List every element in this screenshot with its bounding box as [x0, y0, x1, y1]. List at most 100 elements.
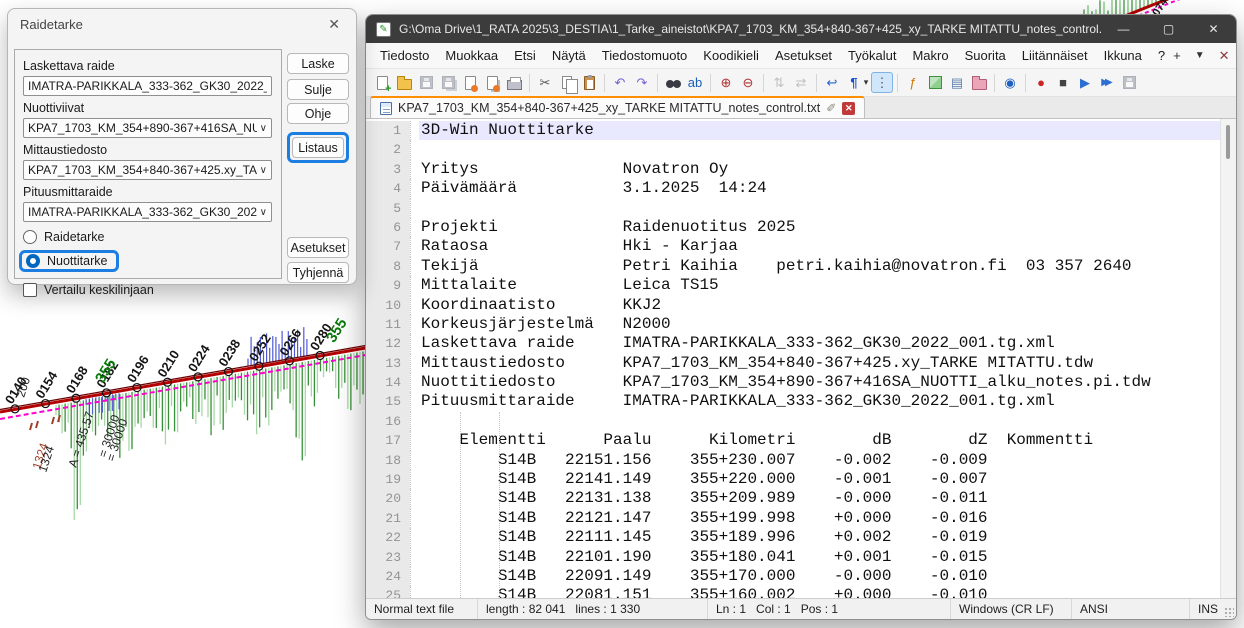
menu-etsi[interactable]: Etsi — [506, 45, 544, 66]
document-list-icon[interactable]: ▤ — [946, 72, 968, 93]
combo-3[interactable]: IMATRA-PARIKKALA_333-362_GK30_2022_001.t… — [23, 202, 272, 222]
function-list-icon[interactable]: ƒ — [902, 72, 924, 93]
menu-?[interactable]: ? — [1150, 45, 1173, 66]
vertical-scrollbar[interactable] — [1220, 119, 1236, 598]
editor-line[interactable]: 8Tekijä Petri Kaihia petri.kaihia@novatr… — [366, 257, 1220, 276]
undo-icon[interactable]: ↶ — [609, 72, 631, 93]
menu-asetukset[interactable]: Asetukset — [767, 45, 840, 66]
menu-koodikieli[interactable]: Koodikieli — [695, 45, 767, 66]
close-icon[interactable] — [459, 72, 481, 93]
tab-active[interactable]: KPA7_1703_KM_354+840-367+425_xy_TARKE MI… — [370, 96, 865, 118]
save-recorded-macro-icon[interactable] — [1118, 72, 1140, 93]
dialog-close-icon[interactable]: ✕ — [324, 16, 344, 33]
editor-line[interactable]: 11Korkeusjärjestelmä N2000 — [366, 315, 1220, 334]
resize-grip[interactable] — [1224, 607, 1234, 617]
editor-line[interactable]: 6Projekti Raidenuotitus 2025 — [366, 218, 1220, 237]
new-file-icon[interactable] — [371, 72, 393, 93]
editor-line[interactable]: 24 S14B 22091.149 355+170.000 -0.000 -0.… — [366, 567, 1220, 586]
editor-line[interactable]: 10Koordinaatisto KKJ2 — [366, 296, 1220, 315]
menu-nyt[interactable]: Näytä — [544, 45, 594, 66]
replace-icon[interactable]: ab — [684, 72, 706, 93]
editor-line[interactable]: 17 Elementti Paalu Kilometri dB dZ Komme… — [366, 431, 1220, 450]
document-monitoring-icon[interactable]: ◉ — [999, 72, 1021, 93]
editor-line[interactable]: 9Mittalaite Leica TS15 — [366, 276, 1220, 295]
editor[interactable]: 13D-Win Nuottitarke23Yritys Novatron Oy4… — [366, 119, 1236, 598]
editor-line[interactable]: 2 — [366, 140, 1220, 159]
menu-tykalut[interactable]: Työkalut — [840, 45, 904, 66]
run-macro-multiple-icon[interactable]: ▶▶ — [1096, 72, 1118, 93]
editor-line[interactable]: 7Rataosa Hki - Karjaa — [366, 237, 1220, 256]
close-icon[interactable]: ✕ — [1191, 15, 1236, 43]
cut-icon[interactable]: ✂ — [534, 72, 556, 93]
find-icon[interactable] — [662, 72, 684, 93]
menu-suorita[interactable]: Suorita — [957, 45, 1014, 66]
pin-icon[interactable]: ✐ — [826, 101, 836, 115]
editor-line[interactable]: 16 — [366, 412, 1220, 431]
scrollbar-thumb[interactable] — [1226, 125, 1230, 159]
folder-as-workspace-icon[interactable] — [968, 72, 990, 93]
ohje-button[interactable]: Ohje — [287, 103, 349, 124]
save-all-icon[interactable] — [437, 72, 459, 93]
radio-row-0[interactable]: Raidetarke — [23, 227, 272, 247]
menu-ikkuna[interactable]: Ikkuna — [1096, 45, 1150, 66]
text-field-0[interactable]: IMATRA-PARIKKALA_333-362_GK30_2022_001.t… — [23, 76, 272, 96]
menu-liitnniset[interactable]: Liitännäiset — [1014, 45, 1096, 66]
editor-line[interactable]: 3Yritys Novatron Oy — [366, 160, 1220, 179]
checkbox-row[interactable]: Vertailu keskilinjaan — [23, 280, 272, 300]
close-doc-icon[interactable]: ✕ — [1219, 48, 1230, 64]
zoom-in-icon[interactable]: ⊕ — [715, 72, 737, 93]
editor-line[interactable]: 23 S14B 22101.190 355+180.041 +0.001 -0.… — [366, 548, 1220, 567]
menu-tiedostomuoto[interactable]: Tiedostomuoto — [594, 45, 696, 66]
editor-line[interactable]: 15Pituusmittaraide IMATRA-PARIKKALA_333-… — [366, 392, 1220, 411]
tab-list-icon[interactable]: ▼ — [1195, 50, 1205, 61]
sync-vertical-icon[interactable]: ⇅ — [768, 72, 790, 93]
editor-line[interactable]: 5 — [366, 199, 1220, 218]
document-map-icon[interactable] — [924, 72, 946, 93]
editor-line[interactable]: 22 S14B 22111.145 355+189.996 +0.002 -0.… — [366, 528, 1220, 547]
new-tab-icon[interactable]: + — [1173, 48, 1181, 63]
combo-1[interactable]: KPA7_1703_KM_354+890-367+416SA_NUOTTI_∨ — [23, 118, 272, 138]
editor-line[interactable]: 12Laskettava raide IMATRA-PARIKKALA_333-… — [366, 334, 1220, 353]
menu-makro[interactable]: Makro — [904, 45, 956, 66]
editor-line[interactable]: 18 S14B 22151.156 355+230.007 -0.002 -0.… — [366, 451, 1220, 470]
editor-line[interactable]: 13D-Win Nuottitarke — [366, 121, 1220, 140]
word-wrap-icon[interactable]: ↩ — [821, 72, 843, 93]
minimize-icon[interactable]: — — [1101, 15, 1146, 43]
stop-recording-icon[interactable]: ■ — [1052, 72, 1074, 93]
maximize-icon[interactable]: ▢ — [1146, 15, 1191, 43]
listaus-button[interactable]: Listaus — [292, 137, 344, 158]
open-file-icon[interactable] — [393, 72, 415, 93]
save-icon[interactable] — [415, 72, 437, 93]
title-bar[interactable]: ✎ G:\Oma Drive\1_RATA 2025\3_DESTIA\1_Ta… — [366, 15, 1236, 43]
radio-nuottitarke[interactable] — [26, 254, 40, 268]
playback-macro-icon[interactable]: ▶ — [1074, 72, 1096, 93]
laske-button[interactable]: Laske — [287, 53, 349, 74]
editor-line[interactable]: 19 S14B 22141.149 355+220.000 -0.001 -0.… — [366, 470, 1220, 489]
editor-line[interactable]: 20 S14B 22131.138 355+209.989 -0.000 -0.… — [366, 489, 1220, 508]
paste-icon[interactable] — [578, 72, 600, 93]
show-all-dropdown-icon[interactable]: ▾ — [861, 72, 871, 93]
tyhjennä-button[interactable]: Tyhjennä — [287, 262, 349, 283]
close-all-icon[interactable] — [481, 72, 503, 93]
tab-close-icon[interactable]: ✕ — [842, 102, 855, 115]
asetukset-button[interactable]: Asetukset — [287, 237, 349, 258]
copy-icon[interactable] — [556, 72, 578, 93]
dialog-title-bar[interactable]: Raidetarke ✕ — [8, 9, 356, 39]
record-macro-icon[interactable]: ● — [1030, 72, 1052, 93]
sync-horizontal-icon[interactable]: ⇄ — [790, 72, 812, 93]
print-icon[interactable] — [503, 72, 525, 93]
menu-tiedosto[interactable]: Tiedosto — [372, 45, 437, 66]
editor-line[interactable]: 21 S14B 22121.147 355+199.998 +0.000 -0.… — [366, 509, 1220, 528]
combo-2[interactable]: KPA7_1703_KM_354+840-367+425.xy_TARKE M∨ — [23, 160, 272, 180]
redo-icon[interactable]: ↷ — [631, 72, 653, 93]
editor-line[interactable]: 4Päivämäärä 3.1.2025 14:24 — [366, 179, 1220, 198]
radio-raidetarke[interactable] — [23, 230, 37, 244]
sulje-button[interactable]: Sulje — [287, 79, 349, 100]
editor-line[interactable]: 25 S14B 22081.151 355+160.002 +0.000 -0.… — [366, 586, 1220, 598]
show-indent-guide-icon[interactable]: ⋮ — [871, 72, 893, 93]
editor-line[interactable]: 13Mittaustiedosto KPA7_1703_KM_354+840-3… — [366, 354, 1220, 373]
editor-line[interactable]: 14Nuottitiedosto KPA7_1703_KM_354+890-36… — [366, 373, 1220, 392]
zoom-out-icon[interactable]: ⊖ — [737, 72, 759, 93]
checkbox-vertailu[interactable] — [23, 283, 37, 297]
menu-muokkaa[interactable]: Muokkaa — [437, 45, 506, 66]
